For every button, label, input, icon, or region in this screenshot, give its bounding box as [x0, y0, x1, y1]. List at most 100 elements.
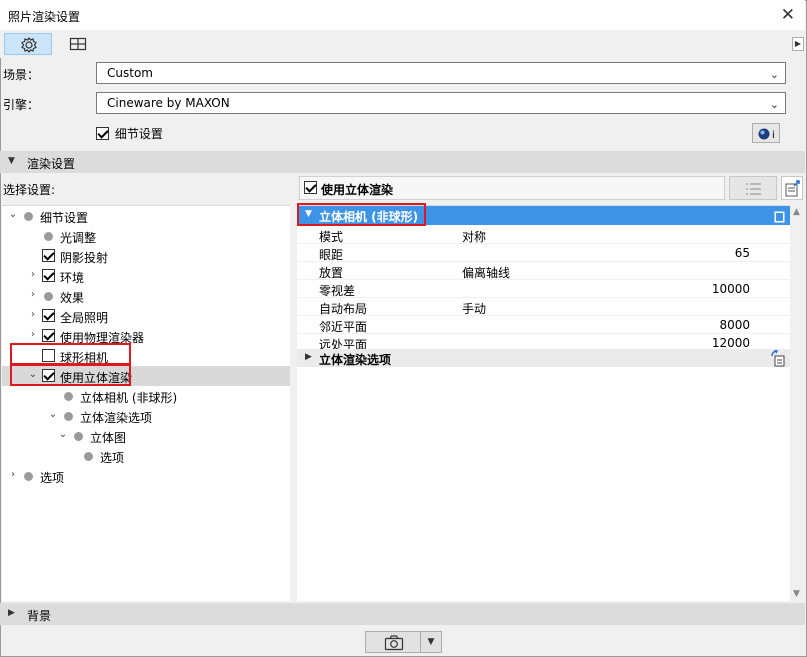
property-name: 自动布局	[319, 302, 368, 316]
export-icon	[785, 180, 800, 197]
engine-value: Cineware by MAXON	[107, 96, 230, 110]
tree-item-checkbox[interactable]	[42, 249, 55, 262]
bullet-icon	[74, 432, 83, 441]
tree-item[interactable]: 选项	[2, 446, 290, 466]
cineware-info-button[interactable]: i	[752, 123, 780, 143]
property-number[interactable]: 8000	[719, 318, 750, 332]
gear-icon	[21, 37, 37, 53]
scene-label: 场景：	[3, 68, 40, 82]
tree-item-label: 选项	[40, 471, 65, 485]
tree-item-label: 立体相机 (非球形)	[80, 391, 178, 405]
scene-select[interactable]: Custom ⌄	[96, 62, 786, 84]
tree-item[interactable]: ⌄ 立体图	[2, 426, 290, 446]
stereo-header-label: 使用立体渲染	[321, 183, 394, 197]
collapsed-triangle-icon: ▶	[305, 352, 312, 362]
property-row[interactable]: 邻近平面 8000	[297, 316, 790, 334]
tree-item[interactable]: › 全局照明	[2, 306, 290, 326]
bullet-icon	[44, 232, 53, 241]
tree-item[interactable]: 阴影投射	[2, 246, 290, 266]
chevron-down-icon[interactable]: ⌄	[8, 209, 18, 220]
tree-item-label: 阴影投射	[60, 251, 109, 265]
tree-item-checkbox[interactable]	[42, 309, 55, 322]
property-name: 眼距	[319, 248, 344, 262]
chevron-right-icon[interactable]: ›	[8, 469, 18, 480]
highlight-spherical-camera	[10, 343, 131, 365]
property-number[interactable]: 12000	[712, 336, 750, 350]
property-panel: ▼ 立体相机 (非球形) 模式 对称 眼距 65 放置 偏离轴线 零视差 10000 自动布局手…	[297, 205, 790, 601]
property-value[interactable]: 对称	[462, 228, 486, 245]
tree-item[interactable]: ⌄ 细节设置	[2, 206, 290, 226]
highlight-stereo-camera-group	[297, 203, 426, 226]
background-title: 背景	[27, 609, 52, 623]
chevron-right-icon[interactable]: ›	[28, 289, 38, 300]
tree-item[interactable]: ⌄ 立体渲染选项	[2, 406, 290, 426]
property-value[interactable]: 手动	[462, 300, 486, 317]
toolbar	[0, 30, 805, 58]
tree-item-label: 立体图	[90, 431, 127, 445]
tree-item-label: 光调整	[60, 231, 97, 245]
detail-settings-toggle[interactable]: 细节设置	[96, 125, 163, 141]
property-row[interactable]: 放置 偏离轴线	[297, 262, 790, 280]
options-group-title: 立体渲染选项	[319, 353, 392, 367]
property-value[interactable]: 偏离轴线	[462, 264, 510, 281]
property-number[interactable]: 10000	[712, 282, 750, 296]
property-row[interactable]: 眼距 65	[297, 244, 790, 262]
property-number[interactable]: 65	[735, 246, 750, 260]
tree-item[interactable]: › 选项	[2, 466, 290, 486]
tree-item-label: 全局照明	[60, 311, 109, 325]
scroll-down-icon[interactable]: ▼	[793, 589, 800, 599]
options-group-header[interactable]: ▶ 立体渲染选项	[297, 349, 790, 367]
tree-item-checkbox[interactable]	[42, 329, 55, 342]
render-settings-section[interactable]: ▼ 渲染设置	[0, 151, 805, 173]
chevron-right-icon[interactable]: ›	[28, 329, 38, 340]
scroll-up-icon[interactable]: ▲	[793, 207, 800, 217]
property-row[interactable]: 零视差 10000	[297, 280, 790, 298]
group-export-icon[interactable]	[773, 208, 787, 223]
settings-tree: ⌄ 细节设置 光调整 阴影投射 › 环境 › 效果 › 全局照明 › 使用物理渲染器 球形相机 ⌄ 使用立体…	[2, 205, 290, 601]
tree-item[interactable]: › 环境	[2, 266, 290, 286]
select-settings-label: 选择设置:	[3, 183, 56, 197]
bullet-icon	[44, 292, 53, 301]
property-row[interactable]: 自动布局 手动	[297, 298, 790, 316]
stereo-header-field[interactable]: 使用立体渲染	[299, 176, 725, 200]
bullet-icon	[24, 472, 33, 481]
close-icon[interactable]: ✕	[781, 5, 795, 25]
chevron-down-icon: ⌄	[769, 98, 779, 111]
grid-icon	[69, 37, 87, 51]
settings-tab-button[interactable]	[4, 33, 52, 55]
window-title: 照片渲染设置	[8, 10, 81, 24]
chevron-down-icon[interactable]: ⌄	[48, 409, 58, 420]
render-settings-title: 渲染设置	[27, 157, 76, 171]
stereo-header-checkbox[interactable]	[304, 181, 317, 194]
background-section[interactable]: ▶ 背景	[0, 603, 805, 625]
cineware-info-icon: i	[758, 128, 775, 141]
list-options-button[interactable]	[729, 176, 777, 200]
bullet-icon	[84, 452, 93, 461]
tree-item-label: 效果	[60, 291, 85, 305]
svg-text:i: i	[772, 130, 775, 141]
tree-item-label: 细节设置	[40, 211, 89, 225]
property-row[interactable]: 模式 对称	[297, 226, 790, 244]
tree-item-checkbox[interactable]	[42, 269, 55, 282]
tree-item[interactable]: › 效果	[2, 286, 290, 306]
property-name: 模式	[319, 230, 344, 244]
render-button[interactable]	[365, 631, 421, 653]
scene-value: Custom	[107, 66, 153, 80]
tree-item[interactable]: 光调整	[2, 226, 290, 246]
vertical-scrollbar[interactable]: ▲ ▼	[790, 205, 805, 601]
chevron-down-icon[interactable]: ⌄	[58, 429, 68, 440]
options-export-icon[interactable]	[771, 350, 787, 367]
chevron-right-icon[interactable]: ›	[28, 269, 38, 280]
engine-select[interactable]: Cineware by MAXON ⌄	[96, 92, 786, 114]
collapse-triangle-icon: ▼	[8, 156, 15, 166]
chevron-right-icon[interactable]: ›	[28, 309, 38, 320]
tree-item[interactable]: 立体相机 (非球形)	[2, 386, 290, 406]
tree-item-label: 选项	[100, 451, 125, 465]
render-options-dropdown[interactable]: ▼	[420, 631, 442, 653]
detail-settings-checkbox[interactable]	[96, 127, 109, 140]
bullet-icon	[24, 212, 33, 221]
title-bar: 照片渲染设置 ✕	[0, 0, 805, 30]
export-settings-button[interactable]	[781, 176, 803, 200]
layout-tab-button[interactable]	[54, 33, 102, 55]
expand-right-icon[interactable]: ▶	[792, 37, 804, 51]
